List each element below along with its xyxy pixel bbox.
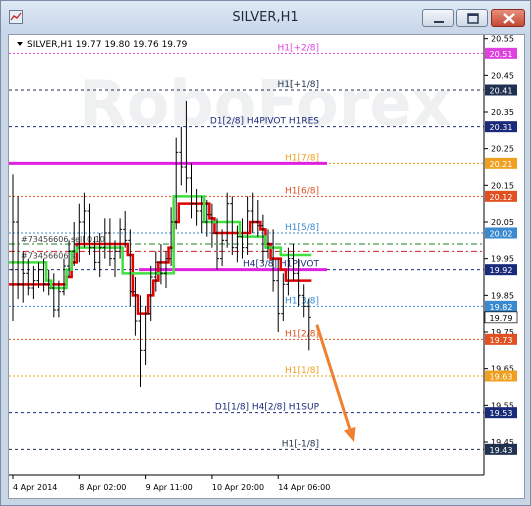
chart-area[interactable]: RoboForex H1[+2/8] H1[+1/8] D1[2/8] H4PIVO… xyxy=(8,34,525,499)
restore-button[interactable] xyxy=(456,9,488,27)
level-label: H1[3/8] xyxy=(285,296,319,306)
price-bar xyxy=(194,189,199,226)
y-tick-label: 20.55 xyxy=(491,35,514,44)
forecast-arrow-head xyxy=(344,426,356,442)
restore-icon xyxy=(467,13,479,24)
price-bar xyxy=(189,163,194,219)
level-price-tag-text: 20.41 xyxy=(490,87,513,96)
close-button[interactable] xyxy=(491,9,525,27)
level-price-tag-text: 19.82 xyxy=(490,303,513,312)
level-price-tag-text: 19.63 xyxy=(490,373,513,382)
chart-window: SILVER,H1 RoboForex H1[+2/8] H1[+1/8] D1[2… xyxy=(0,0,531,506)
level-label: H1[2/8] xyxy=(285,329,319,339)
level-label: H1[+2/8] xyxy=(277,43,319,53)
y-tick-label: 20.15 xyxy=(491,181,514,190)
level-price-tag-text: 19.53 xyxy=(490,409,513,418)
current-price-text: 19.79 xyxy=(490,314,513,323)
level-price-tag-text: 20.51 xyxy=(490,50,513,59)
x-tick-label: 8 Apr 02:00 xyxy=(79,483,126,492)
price-bar xyxy=(26,258,31,296)
level-label: H1[1/8] xyxy=(285,366,319,376)
price-bar xyxy=(143,306,148,365)
watermark-logo: RoboForex xyxy=(79,67,451,140)
x-tick-label: 10 Apr 20:00 xyxy=(212,483,264,492)
price-bar xyxy=(220,229,225,266)
level-price-tag-text: 19.73 xyxy=(490,336,513,345)
y-tick-label: 20.25 xyxy=(491,145,514,154)
y-tick-label: 19.95 xyxy=(491,255,514,264)
order-label: #73456606 sell 0.10 xyxy=(21,235,105,244)
level-label: H1[+1/8] xyxy=(277,80,319,90)
price-bar xyxy=(107,218,112,266)
x-tick-label: 9 Apr 11:00 xyxy=(146,483,193,492)
symbol-header: SILVER,H1 19.77 19.80 19.76 19.79 xyxy=(27,40,188,50)
y-tick-label: 20.45 xyxy=(491,71,514,80)
close-icon xyxy=(503,13,515,24)
level-label: H1[6/8] xyxy=(285,186,319,196)
price-bar xyxy=(113,240,117,277)
x-tick-label: 4 Apr 2014 xyxy=(13,483,57,492)
price-chart[interactable]: RoboForex H1[+2/8] H1[+1/8] D1[2/8] H4PIVO… xyxy=(9,35,524,498)
level-price-tag-text: 20.12 xyxy=(490,193,513,202)
level-label: D1[1/8] H4[2/8] H1SUP xyxy=(215,403,320,413)
level-price-tag-text: 20.31 xyxy=(490,123,513,132)
price-bar xyxy=(255,200,260,237)
level-label: H1[5/8] xyxy=(285,223,319,233)
level-label: D1[2/8] H4PIVOT H1RES xyxy=(210,117,319,127)
level-price-tag-text: 20.21 xyxy=(490,160,513,169)
x-tick-label: 14 Apr 06:00 xyxy=(278,483,330,492)
level-price-tag-text: 20.02 xyxy=(490,230,513,239)
level-price-tag-text: 19.92 xyxy=(490,266,513,275)
price-bar xyxy=(31,266,36,299)
dropdown-triangle-icon[interactable] xyxy=(17,42,23,46)
price-bar xyxy=(56,280,61,318)
minimize-button[interactable] xyxy=(422,9,454,27)
price-bar xyxy=(225,192,230,248)
price-bar xyxy=(230,196,235,255)
level-label: H1[-1/8] xyxy=(282,439,319,449)
minimize-icon xyxy=(434,21,444,23)
level-price-tag-text: 19.43 xyxy=(490,446,513,455)
watermark-text: RoboForex xyxy=(79,67,451,140)
y-tick-label: 19.85 xyxy=(491,291,514,300)
y-tick-label: 20.35 xyxy=(491,108,514,117)
title-bar[interactable]: SILVER,H1 xyxy=(1,1,530,35)
y-tick-label: 20.05 xyxy=(491,218,514,227)
price-bar xyxy=(123,211,128,248)
